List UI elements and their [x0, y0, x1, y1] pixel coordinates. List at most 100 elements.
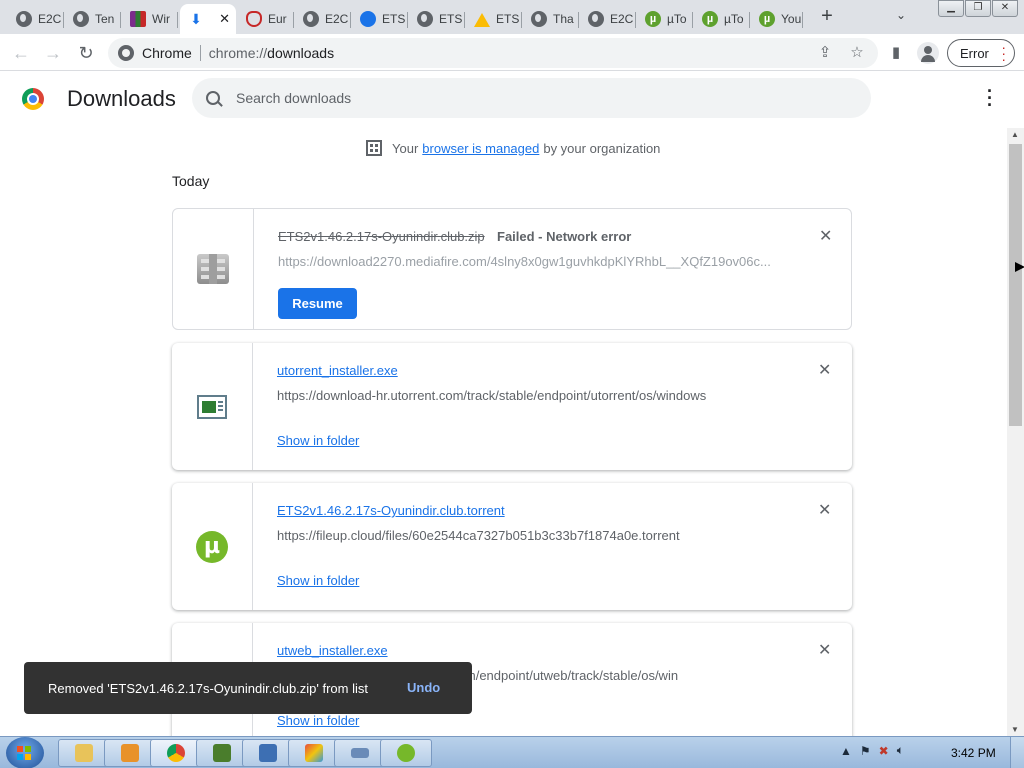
undo-button[interactable]: Undo: [407, 680, 440, 695]
taskbar-clock[interactable]: 3:42 PM: [951, 746, 996, 760]
search-icon: [206, 91, 220, 105]
toast-message: Removed 'ETS2v1.46.2.17s-Oyunindir.club.…: [48, 680, 368, 696]
more-actions-icon[interactable]: · · ·: [984, 82, 996, 114]
tab-3[interactable]: Wir: [122, 4, 178, 34]
tab-title: Tha: [553, 12, 574, 26]
downloads-list-area: Your browser is managed by your organiza…: [0, 128, 1007, 736]
file-icon-column: [172, 343, 253, 470]
chrome-logo-icon: [22, 88, 44, 110]
show-desktop-button[interactable]: [1010, 737, 1024, 768]
tab-1[interactable]: E2C: [8, 4, 64, 34]
tab-5[interactable]: Eur: [238, 4, 294, 34]
file-name-link[interactable]: utweb_installer.exe: [277, 643, 388, 658]
tab-14[interactable]: µ You: [751, 4, 803, 34]
divider: [199, 45, 201, 61]
downloads-header: Downloads ···: [0, 72, 1024, 128]
download-status: Failed - Network error: [497, 229, 632, 244]
eur-icon: [246, 11, 262, 27]
scroll-thumb[interactable]: [1009, 144, 1022, 426]
remove-from-list-icon[interactable]: ✕: [818, 500, 831, 520]
search-input[interactable]: [236, 90, 836, 106]
minimize-button[interactable]: ▁: [938, 0, 964, 17]
tab-search-chevron-icon[interactable]: ⌄: [896, 8, 906, 22]
media-player-icon: [121, 744, 139, 762]
remove-from-list-icon[interactable]: ✕: [818, 640, 831, 660]
tab-7[interactable]: ETS: [352, 4, 408, 34]
tab-8[interactable]: ETS: [409, 4, 465, 34]
utorrent-taskbar-button[interactable]: [380, 739, 432, 767]
bookmark-star-icon[interactable]: ☆: [847, 43, 867, 63]
error-button[interactable]: Error · · ·: [947, 39, 1015, 67]
tab-6[interactable]: E2C: [295, 4, 351, 34]
restore-button[interactable]: ❐: [965, 0, 991, 17]
side-panel-icon[interactable]: ▮: [886, 43, 906, 63]
page-scrollbar[interactable]: ▲ ▼: [1007, 128, 1024, 736]
close-window-button[interactable]: ✕: [992, 0, 1018, 17]
volume-icon[interactable]: 🔈︎: [897, 743, 904, 758]
back-arrow-icon[interactable]: ←: [10, 42, 32, 64]
keyboard-taskbar-button[interactable]: [334, 739, 386, 767]
media-player-taskbar-button[interactable]: [104, 739, 156, 767]
tab-13[interactable]: µ µTo: [694, 4, 750, 34]
chrome-site-icon: [118, 45, 134, 61]
reload-icon[interactable]: ↻: [75, 42, 97, 64]
file-icon-column: [173, 209, 254, 329]
chrome-taskbar-button[interactable]: [150, 739, 202, 767]
scroll-up-arrow-icon[interactable]: ▲: [1011, 130, 1019, 139]
file-name-link[interactable]: ETS2v1.46.2.17s-Oyunindir.club.torrent: [277, 503, 505, 518]
tab-10[interactable]: Tha: [523, 4, 579, 34]
remove-from-list-icon[interactable]: ✕: [818, 360, 831, 380]
yandex-taskbar-button[interactable]: [242, 739, 294, 767]
ets-icon: [360, 11, 376, 27]
start-button-windows-icon[interactable]: [6, 737, 44, 768]
cpu-z-taskbar-button[interactable]: [196, 739, 248, 767]
managed-link[interactable]: browser is managed: [422, 141, 539, 156]
network-error-icon[interactable]: ✖: [879, 744, 889, 758]
tab-9[interactable]: ETS: [466, 4, 522, 34]
show-in-folder-link[interactable]: Show in folder: [277, 433, 359, 448]
winrar-icon: [130, 11, 146, 27]
download-item: utorrent_installer.exe https://download-…: [172, 343, 852, 470]
tab-2[interactable]: Ten: [65, 4, 121, 34]
tab-12[interactable]: µ µTo: [637, 4, 693, 34]
tab-downloads-active[interactable]: ⬇ ✕: [180, 4, 236, 34]
scroll-down-arrow-icon[interactable]: ▼: [1011, 725, 1019, 734]
close-tab-icon[interactable]: ✕: [219, 11, 230, 27]
new-tab-button[interactable]: +: [816, 6, 838, 28]
file-url[interactable]: https://download2270.mediafire.com/4slny…: [278, 254, 778, 269]
cpu-z-icon: [213, 744, 231, 762]
site-label: Chrome: [142, 45, 192, 61]
profile-avatar-icon[interactable]: [917, 42, 939, 64]
paint-taskbar-button[interactable]: [288, 739, 340, 767]
keyboard-icon: [351, 748, 369, 758]
tab-11[interactable]: E2C: [580, 4, 636, 34]
paint-icon: [305, 744, 323, 762]
share-icon[interactable]: ⇪: [815, 43, 835, 63]
show-in-folder-link[interactable]: Show in folder: [277, 573, 359, 588]
download-item: ETS2v1.46.2.17s-Oyunindir.club.zip Faile…: [172, 208, 852, 330]
globe-icon: [417, 11, 433, 27]
managed-notice: Your browser is managed by your organiza…: [366, 140, 660, 156]
search-box[interactable]: [192, 78, 871, 118]
address-bar[interactable]: Chrome chrome://downloads: [108, 38, 878, 68]
show-in-folder-link[interactable]: Show in folder: [277, 713, 359, 728]
resume-button[interactable]: Resume: [278, 288, 357, 319]
tab-title: Wir: [152, 12, 170, 26]
remove-from-list-icon[interactable]: ✕: [819, 226, 832, 246]
yandex-icon: [259, 744, 277, 762]
file-explorer-taskbar-button[interactable]: [58, 739, 110, 767]
file-url[interactable]: https://download-hr.utorrent.com/track/s…: [277, 388, 777, 403]
url-text: chrome://downloads: [209, 45, 334, 61]
windows-taskbar: ▲ ⚑ ✖ 🔈︎ 3:42 PM: [0, 736, 1024, 768]
tab-strip: E2C Ten Wir ⬇ ✕ Eur E2C ETS ETS ETS Tha …: [0, 0, 1024, 34]
page-title: Downloads: [67, 86, 176, 111]
utorrent-icon: µ: [702, 11, 718, 27]
forward-arrow-icon[interactable]: →: [42, 42, 64, 64]
file-name-link[interactable]: utorrent_installer.exe: [277, 363, 398, 378]
tab-title: µTo: [724, 12, 744, 26]
action-center-icon[interactable]: ⚑: [860, 744, 871, 758]
managed-suffix: by your organization: [543, 140, 661, 156]
tray-expand-icon[interactable]: ▲: [840, 744, 852, 758]
tab-title: ETS: [496, 12, 520, 26]
file-url[interactable]: https://fileup.cloud/files/60e2544ca7327…: [277, 528, 777, 543]
